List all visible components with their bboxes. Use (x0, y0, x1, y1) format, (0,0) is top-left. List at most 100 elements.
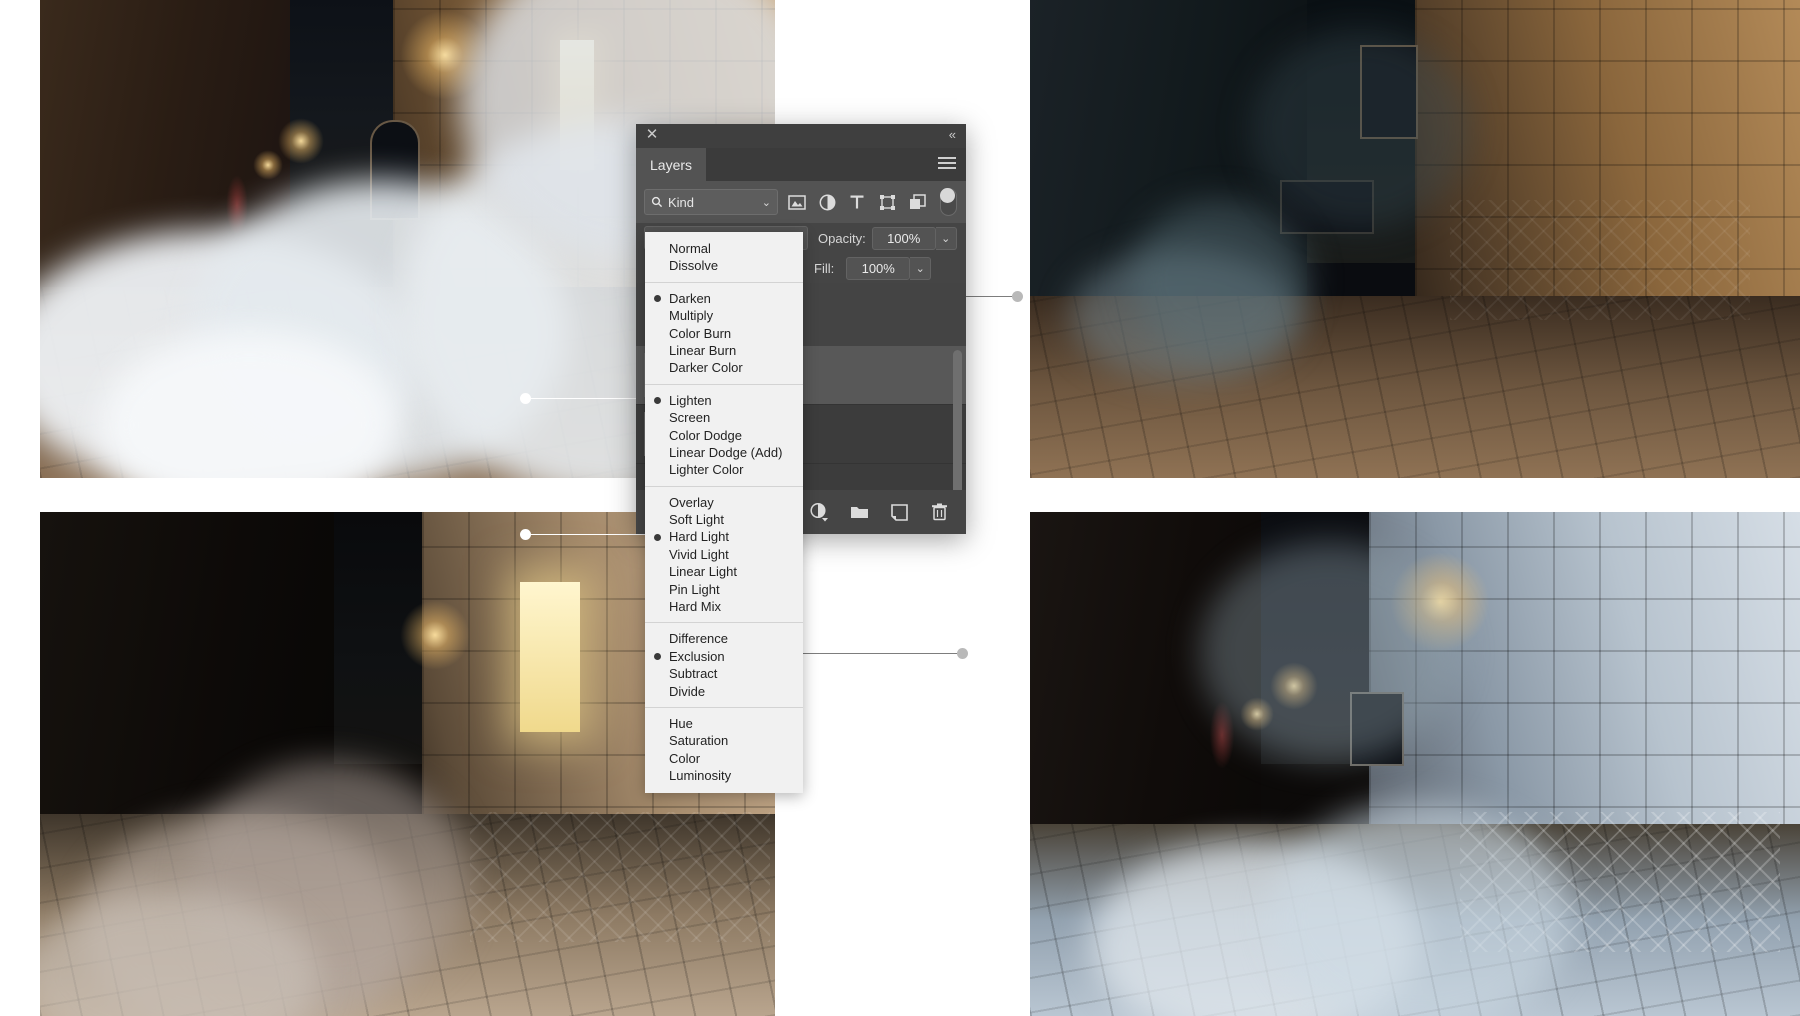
menu-item-color[interactable]: Color (645, 750, 803, 767)
menu-item-label: Linear Light (669, 564, 737, 579)
callout-dot-darken (1012, 291, 1023, 302)
menu-item-hue[interactable]: Hue (645, 715, 803, 732)
menu-item-label: Exclusion (669, 649, 725, 664)
menu-item-label: Darker Color (669, 360, 743, 375)
menu-item-label: Vivid Light (669, 547, 729, 562)
close-icon[interactable]: ✕ (645, 128, 659, 142)
fill-value[interactable]: 100% (846, 257, 910, 280)
menu-item-subtract[interactable]: Subtract (645, 665, 803, 682)
filter-enable-toggle[interactable] (940, 188, 957, 216)
menu-item-lighter-color[interactable]: Lighter Color (645, 461, 803, 478)
blend-mode-group: Lighten Screen Color DodgeLinear Dodge (Ad… (645, 390, 803, 481)
menu-item-linear-dodge-add[interactable]: Linear Dodge (Add) (645, 444, 803, 461)
menu-item-label: Screen (669, 410, 710, 425)
kind-filter-select[interactable]: Kind ⌄ (644, 189, 778, 215)
filter-pixel-layers-icon[interactable] (786, 191, 808, 213)
filter-type-layers-icon[interactable] (846, 191, 868, 213)
new-adjustment-layer-icon[interactable] (808, 501, 830, 523)
menu-separator (645, 486, 803, 487)
callout-line-exclusion (800, 653, 957, 654)
panel-tab-strip: Layers (636, 148, 966, 181)
menu-item-vivid-light[interactable]: Vivid Light (645, 546, 803, 563)
menu-item-saturation[interactable]: Saturation (645, 732, 803, 749)
preview-top-right (1030, 0, 1800, 478)
fill-chevron-icon[interactable]: ⌄ (910, 257, 931, 280)
blend-mode-group: Darken Multiply Color BurnLinear Burn Darke… (645, 288, 803, 379)
menu-item-screen[interactable]: Screen (645, 409, 803, 426)
menu-item-label: Color (669, 751, 700, 766)
menu-item-soft-light[interactable]: Soft Light (645, 511, 803, 528)
callout-dot-lighten (520, 393, 531, 404)
menu-separator (645, 384, 803, 385)
menu-item-darker-color[interactable]: Darker Color (645, 359, 803, 376)
callout-line-hardlight (531, 534, 656, 535)
menu-item-divide[interactable]: Divide (645, 683, 803, 700)
menu-item-label: Hue (669, 716, 693, 731)
menu-item-darken[interactable]: Darken (645, 290, 803, 307)
opacity-chevron-icon[interactable]: ⌄ (936, 227, 957, 250)
menu-item-overlay[interactable]: Overlay (645, 494, 803, 511)
menu-item-label: Darken (669, 291, 711, 306)
filter-shape-layers-icon[interactable] (876, 191, 898, 213)
menu-item-label: Multiply (669, 308, 713, 323)
menu-item-label: Hard Light (669, 529, 729, 544)
preview-bottom-right (1030, 512, 1800, 1016)
menu-item-label: Luminosity (669, 768, 731, 783)
menu-item-label: Linear Dodge (Add) (669, 445, 782, 460)
menu-item-normal[interactable]: Normal (645, 240, 803, 257)
opacity-value[interactable]: 100% (872, 227, 936, 250)
panel-titlebar: ✕ « (636, 124, 966, 148)
menu-item-hard-light[interactable]: Hard Light (645, 528, 803, 545)
delete-layer-icon[interactable] (928, 501, 950, 523)
panel-menu-icon[interactable] (938, 157, 956, 171)
blend-mode-dropdown[interactable]: NormalDissolveDarkenMultiplyColor BurnLi… (645, 232, 803, 793)
menu-item-color-burn[interactable]: Color Burn (645, 325, 803, 342)
menu-item-exclusion[interactable]: Exclusion (645, 648, 803, 665)
menu-item-label: Soft Light (669, 512, 724, 527)
selected-marker-icon (654, 295, 661, 302)
fill-label: Fill: (814, 261, 834, 276)
kind-filter-label: Kind (668, 195, 694, 210)
menu-item-luminosity[interactable]: Luminosity (645, 767, 803, 784)
menu-item-lighten[interactable]: Lighten (645, 392, 803, 409)
selected-marker-icon (654, 534, 661, 541)
menu-item-label: Subtract (669, 666, 717, 681)
menu-item-difference[interactable]: Difference (645, 630, 803, 647)
collapse-panel-icon[interactable]: « (949, 128, 956, 142)
menu-item-dissolve[interactable]: Dissolve (645, 257, 803, 274)
search-icon (651, 196, 663, 208)
blend-mode-group: Difference Exclusion Subtract Divide (645, 628, 803, 702)
callout-dot-hardlight (520, 529, 531, 540)
filter-adjustment-layers-icon[interactable] (816, 191, 838, 213)
tab-layers-label: Layers (650, 157, 692, 173)
tab-layers[interactable]: Layers (636, 148, 706, 181)
menu-item-linear-light[interactable]: Linear Light (645, 563, 803, 580)
menu-separator (645, 622, 803, 623)
menu-item-label: Linear Burn (669, 343, 736, 358)
selected-marker-icon (654, 653, 661, 660)
menu-separator (645, 282, 803, 283)
menu-item-label: Pin Light (669, 582, 720, 597)
filter-smart-objects-icon[interactable] (906, 191, 928, 213)
layer-list-scrollbar[interactable] (953, 350, 962, 486)
menu-item-label: Dissolve (669, 258, 718, 273)
blend-mode-group: Hue Saturation Color Luminosity (645, 713, 803, 787)
opacity-label: Opacity: (818, 231, 866, 246)
menu-item-label: Overlay (669, 495, 714, 510)
callout-dot-exclusion (957, 648, 968, 659)
new-layer-icon[interactable] (888, 501, 910, 523)
menu-item-label: Lighter Color (669, 462, 743, 477)
menu-item-label: Lighten (669, 393, 712, 408)
menu-item-label: Normal (669, 241, 711, 256)
menu-item-label: Saturation (669, 733, 728, 748)
menu-item-linear-burn[interactable]: Linear Burn (645, 342, 803, 359)
new-group-icon[interactable] (848, 501, 870, 523)
menu-item-multiply[interactable]: Multiply (645, 307, 803, 324)
layer-filter-row: Kind ⌄ (636, 181, 966, 223)
chevron-down-icon: ⌄ (762, 196, 771, 209)
selected-marker-icon (654, 397, 661, 404)
menu-item-color-dodge[interactable]: Color Dodge (645, 427, 803, 444)
menu-item-pin-light[interactable]: Pin Light (645, 581, 803, 598)
menu-item-label: Difference (669, 631, 728, 646)
menu-item-hard-mix[interactable]: Hard Mix (645, 598, 803, 615)
